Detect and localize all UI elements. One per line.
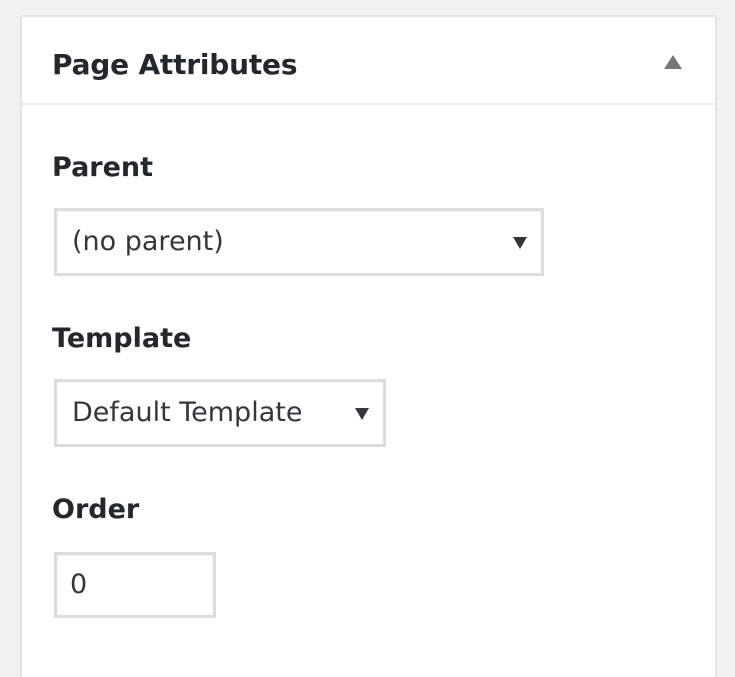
order-label: Order [52, 494, 140, 525]
order-input[interactable]: 0 [54, 552, 216, 618]
triangle-down-icon [513, 237, 527, 249]
template-select-value: Default Template [72, 397, 303, 428]
template-select[interactable]: Default Template [54, 379, 386, 447]
triangle-up-icon [664, 55, 682, 69]
page-attributes-panel: Page Attributes Parent (no parent) Templ… [20, 15, 717, 677]
parent-select-value: (no parent) [72, 226, 224, 257]
parent-select[interactable]: (no parent) [54, 208, 544, 276]
collapse-toggle-icon[interactable] [661, 55, 685, 79]
panel-title: Page Attributes [52, 48, 298, 81]
panel-header[interactable]: Page Attributes [22, 17, 715, 105]
template-label: Template [52, 323, 192, 354]
triangle-down-icon [355, 408, 369, 420]
order-input-value: 0 [70, 569, 88, 600]
parent-label: Parent [52, 152, 154, 183]
